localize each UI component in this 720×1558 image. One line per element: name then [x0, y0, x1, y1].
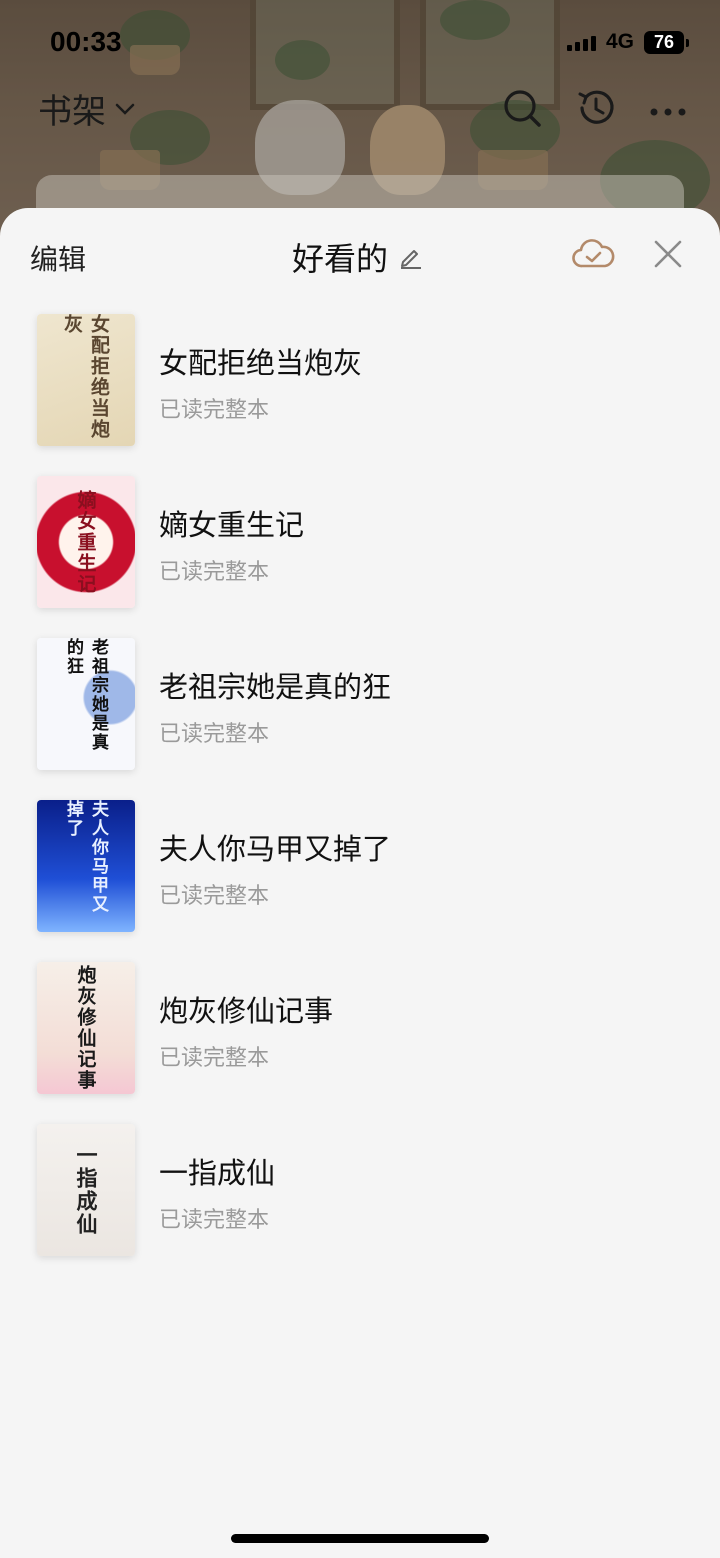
chevron-down-icon [115, 103, 135, 115]
book-title: 女配拒绝当炮灰 [159, 346, 363, 380]
book-read-status: 已读完整本 [159, 722, 270, 747]
signal-icon [567, 36, 596, 51]
group-title[interactable]: 好看的 [292, 234, 424, 280]
shelf-selector[interactable]: 书架 [38, 84, 136, 133]
book-read-status: 已读完整本 [159, 560, 270, 585]
top-nav: 书架 [0, 80, 720, 136]
book-item[interactable]: 夫人你马甲又掉了 夫人你马甲又掉了 已读完整本 [0, 786, 720, 948]
home-indicator[interactable] [231, 1534, 489, 1543]
book-cover: 嫡女重生记 [37, 476, 135, 608]
book-read-status: 已读完整本 [159, 1046, 270, 1071]
battery-icon: 76 [644, 31, 689, 54]
status-time: 00:33 [50, 26, 122, 57]
cloud-check-icon[interactable] [571, 236, 615, 272]
edit-button[interactable]: 编辑 [30, 238, 86, 278]
book-title: 一指成仙 [159, 1156, 276, 1190]
shelf-group-sheet: 编辑 好看的 女配拒绝当炮灰 女配拒绝当炮灰 已读完整本 嫡女重生记 嫡女重生记… [0, 208, 720, 1558]
book-item[interactable]: 女配拒绝当炮灰 女配拒绝当炮灰 已读完整本 [0, 300, 720, 462]
book-list: 女配拒绝当炮灰 女配拒绝当炮灰 已读完整本 嫡女重生记 嫡女重生记 已读完整本 … [0, 300, 720, 1272]
book-cover: 一指成仙 [37, 1124, 135, 1256]
network-type: 4G [606, 30, 635, 53]
book-item[interactable]: 老祖宗她是真的狂 老祖宗她是真的狂 已读完整本 [0, 624, 720, 786]
book-cover: 老祖宗她是真的狂 [37, 638, 135, 770]
book-title: 嫡女重生记 [159, 508, 305, 542]
group-title-text: 好看的 [292, 240, 389, 278]
search-icon[interactable] [500, 86, 544, 130]
history-icon[interactable] [574, 86, 618, 130]
book-title: 炮灰修仙记事 [159, 994, 334, 1028]
shelf-label: 书架 [38, 92, 106, 132]
book-item[interactable]: 嫡女重生记 嫡女重生记 已读完整本 [0, 462, 720, 624]
status-bar: 00:33 4G 76 [0, 0, 720, 86]
book-item[interactable]: 炮灰修仙记事 炮灰修仙记事 已读完整本 [0, 948, 720, 1110]
pencil-icon[interactable] [398, 244, 424, 270]
book-title: 老祖宗她是真的狂 [159, 670, 392, 704]
book-cover: 夫人你马甲又掉了 [37, 800, 135, 932]
close-icon[interactable] [652, 238, 684, 270]
book-read-status: 已读完整本 [159, 884, 270, 909]
book-read-status: 已读完整本 [159, 1208, 270, 1233]
book-read-status: 已读完整本 [159, 398, 270, 423]
more-icon[interactable] [646, 86, 690, 130]
book-item[interactable]: 一指成仙 一指成仙 已读完整本 [0, 1110, 720, 1272]
book-title: 夫人你马甲又掉了 [159, 832, 392, 866]
sheet-header: 编辑 好看的 [0, 208, 720, 300]
book-cover: 炮灰修仙记事 [37, 962, 135, 1094]
book-cover: 女配拒绝当炮灰 [37, 314, 135, 446]
